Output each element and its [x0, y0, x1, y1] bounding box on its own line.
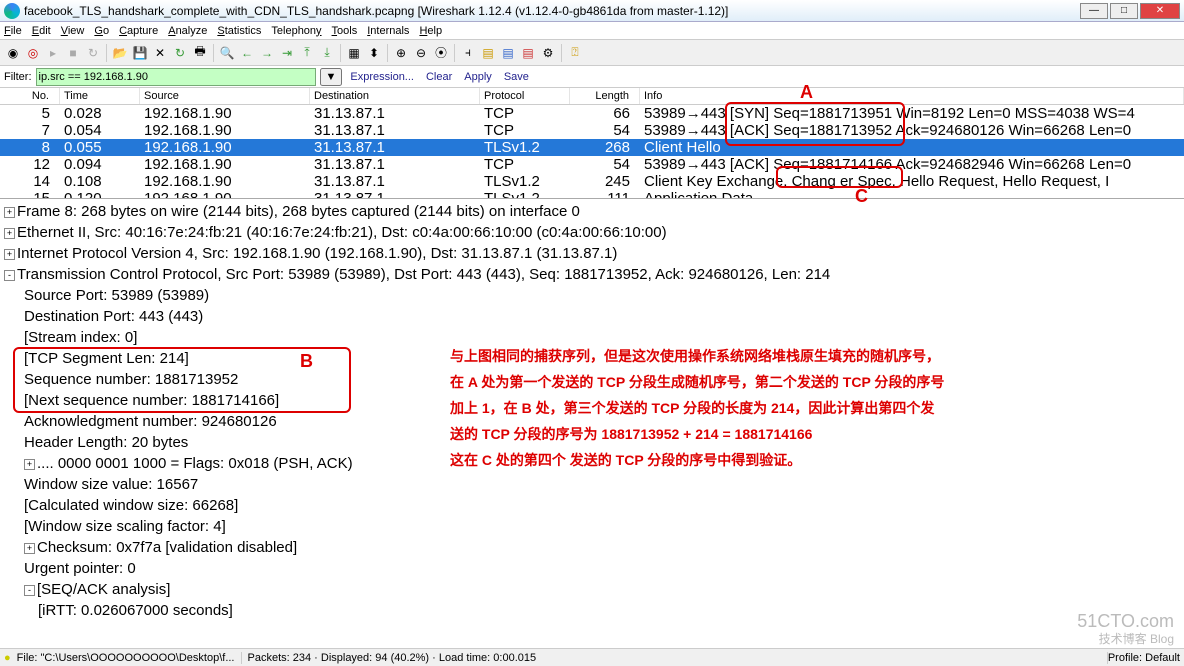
menu-help[interactable]: Help — [419, 25, 442, 37]
col-len[interactable]: Length — [570, 88, 640, 104]
toolbar: ◉ ◎ ▸ ■ ↻ 📂 💾 ✕ ↻ 🖶 🔍 ← → ⇥ ⤒ ⤓ ▦ ⬍ ⊕ ⊖ … — [0, 40, 1184, 66]
expand-icon[interactable]: + — [4, 207, 15, 218]
status-bulb-icon[interactable]: ● — [4, 652, 11, 664]
menu-edit[interactable]: Edit — [32, 25, 51, 37]
zoomin-icon[interactable]: ⊕ — [392, 44, 410, 62]
colorize-icon[interactable]: ▦ — [345, 44, 363, 62]
win-scale[interactable]: [Window size scaling factor: 4] — [4, 516, 1180, 537]
annotation-text: 与上图相同的捕获序列，但是这次使用操作系统网络堆栈原生填充的随机序号， 在 A … — [450, 343, 944, 473]
irtt[interactable]: [iRTT: 0.026067000 seconds] — [4, 600, 1180, 621]
expand-icon[interactable]: + — [4, 249, 15, 260]
stop-icon[interactable]: ■ — [64, 44, 82, 62]
zoomout-icon[interactable]: ⊖ — [412, 44, 430, 62]
last-icon[interactable]: ⤓ — [318, 44, 336, 62]
expression-button[interactable]: Expression... — [350, 71, 414, 83]
menu-view[interactable]: View — [61, 25, 85, 37]
close-button[interactable]: ✕ — [1140, 3, 1180, 19]
packet-row[interactable]: 120.094192.168.1.9031.13.87.1TCP5453989→… — [0, 156, 1184, 173]
goto-icon[interactable]: ⇥ — [278, 44, 296, 62]
col-proto[interactable]: Protocol — [480, 88, 570, 104]
filter-label: Filter: — [4, 71, 32, 83]
print-icon[interactable]: 🖶 — [191, 44, 209, 62]
window-title: facebook_TLS_handshark_complete_with_CDN… — [24, 4, 728, 18]
status-profile[interactable]: Profile: Default — [1108, 652, 1180, 664]
apply-button[interactable]: Apply — [464, 71, 492, 83]
forward-icon[interactable]: → — [258, 44, 276, 62]
menu-telephony[interactable]: Telephony — [271, 25, 321, 37]
menu-statistics[interactable]: Statistics — [217, 25, 261, 37]
packet-details[interactable]: +Frame 8: 268 bytes on wire (2144 bits),… — [0, 199, 1184, 629]
back-icon[interactable]: ← — [238, 44, 256, 62]
eth-node[interactable]: +Ethernet II, Src: 40:16:7e:24:fb:21 (40… — [4, 222, 1180, 243]
annotation-b-label: B — [300, 351, 313, 372]
capture-filter-icon[interactable]: ▤ — [479, 44, 497, 62]
packet-row[interactable]: 80.055192.168.1.9031.13.87.1TLSv1.2268Cl… — [0, 139, 1184, 156]
collapse-icon[interactable]: - — [4, 270, 15, 281]
menu-go[interactable]: Go — [94, 25, 109, 37]
zoom100-icon[interactable]: ⦿ — [432, 44, 450, 62]
col-info[interactable]: Info — [640, 88, 1184, 104]
maximize-button[interactable]: □ — [1110, 3, 1138, 19]
src-port[interactable]: Source Port: 53989 (53989) — [4, 285, 1180, 306]
find-icon[interactable]: 🔍 — [218, 44, 236, 62]
urg-ptr[interactable]: Urgent pointer: 0 — [4, 558, 1180, 579]
resize-icon[interactable]: ⫞ — [459, 44, 477, 62]
title-bar: facebook_TLS_handshark_complete_with_CDN… — [0, 0, 1184, 22]
col-no[interactable]: No. — [0, 88, 60, 104]
save-icon[interactable]: 💾 — [131, 44, 149, 62]
menu-file[interactable]: File — [4, 25, 22, 37]
status-file: File: "C:\Users\OOOOOOOOOO\Desktop\f... — [11, 652, 242, 664]
first-icon[interactable]: ⤒ — [298, 44, 316, 62]
display-filter-icon[interactable]: ▤ — [499, 44, 517, 62]
packet-row[interactable]: 70.054192.168.1.9031.13.87.1TCP5453989→4… — [0, 122, 1184, 139]
prefs-icon[interactable]: ⚙ — [539, 44, 557, 62]
col-src[interactable]: Source — [140, 88, 310, 104]
seqack-node[interactable]: -[SEQ/ACK analysis] — [4, 579, 1180, 600]
win-size[interactable]: Window size value: 16567 — [4, 474, 1180, 495]
ip-node[interactable]: +Internet Protocol Version 4, Src: 192.1… — [4, 243, 1180, 264]
save-button[interactable]: Save — [504, 71, 529, 83]
autoscroll-icon[interactable]: ⬍ — [365, 44, 383, 62]
win-calc[interactable]: [Calculated window size: 66268] — [4, 495, 1180, 516]
app-icon — [4, 3, 20, 19]
frame-node[interactable]: +Frame 8: 268 bytes on wire (2144 bits),… — [4, 201, 1180, 222]
minimize-button[interactable]: — — [1080, 3, 1108, 19]
restart-icon[interactable]: ↻ — [84, 44, 102, 62]
packet-row[interactable]: 140.108192.168.1.9031.13.87.1TLSv1.2245C… — [0, 173, 1184, 190]
start-icon[interactable]: ▸ — [44, 44, 62, 62]
menu-bar: File Edit View Go Capture Analyze Statis… — [0, 22, 1184, 40]
col-dst[interactable]: Destination — [310, 88, 480, 104]
annotation-a-label: A — [800, 82, 813, 103]
packet-row[interactable]: 50.028192.168.1.9031.13.87.1TCP6653989→4… — [0, 105, 1184, 122]
expand-icon[interactable]: + — [24, 543, 35, 554]
dst-port[interactable]: Destination Port: 443 (443) — [4, 306, 1180, 327]
help-icon[interactable]: ⍰ — [566, 44, 584, 62]
checksum-node[interactable]: +Checksum: 0x7f7a [validation disabled] — [4, 537, 1180, 558]
menu-internals[interactable]: Internals — [367, 25, 409, 37]
status-bar: ● File: "C:\Users\OOOOOOOOOO\Desktop\f..… — [0, 648, 1184, 666]
packet-row[interactable]: 150.120192.168.1.9031.13.87.1TLSv1.2111A… — [0, 190, 1184, 198]
packet-list-header: No. Time Source Destination Protocol Len… — [0, 88, 1184, 105]
expand-icon[interactable]: + — [4, 228, 15, 239]
col-time[interactable]: Time — [60, 88, 140, 104]
close-file-icon[interactable]: ✕ — [151, 44, 169, 62]
menu-capture[interactable]: Capture — [119, 25, 158, 37]
menu-analyze[interactable]: Analyze — [168, 25, 207, 37]
collapse-icon[interactable]: - — [24, 585, 35, 596]
menu-tools[interactable]: Tools — [332, 25, 358, 37]
interfaces-icon[interactable]: ◉ — [4, 44, 22, 62]
status-packets: Packets: 234 · Displayed: 94 (40.2%) · L… — [242, 652, 1108, 664]
reload-icon[interactable]: ↻ — [171, 44, 189, 62]
clear-button[interactable]: Clear — [426, 71, 452, 83]
packet-list[interactable]: No. Time Source Destination Protocol Len… — [0, 88, 1184, 199]
open-icon[interactable]: 📂 — [111, 44, 129, 62]
filter-input[interactable] — [36, 68, 316, 86]
expand-icon[interactable]: + — [24, 459, 35, 470]
options-icon[interactable]: ◎ — [24, 44, 42, 62]
filter-bar: Filter: ▼ Expression... Clear Apply Save — [0, 66, 1184, 88]
coloring-icon[interactable]: ▤ — [519, 44, 537, 62]
filter-dropdown[interactable]: ▼ — [320, 68, 343, 86]
tcp-node[interactable]: -Transmission Control Protocol, Src Port… — [4, 264, 1180, 285]
